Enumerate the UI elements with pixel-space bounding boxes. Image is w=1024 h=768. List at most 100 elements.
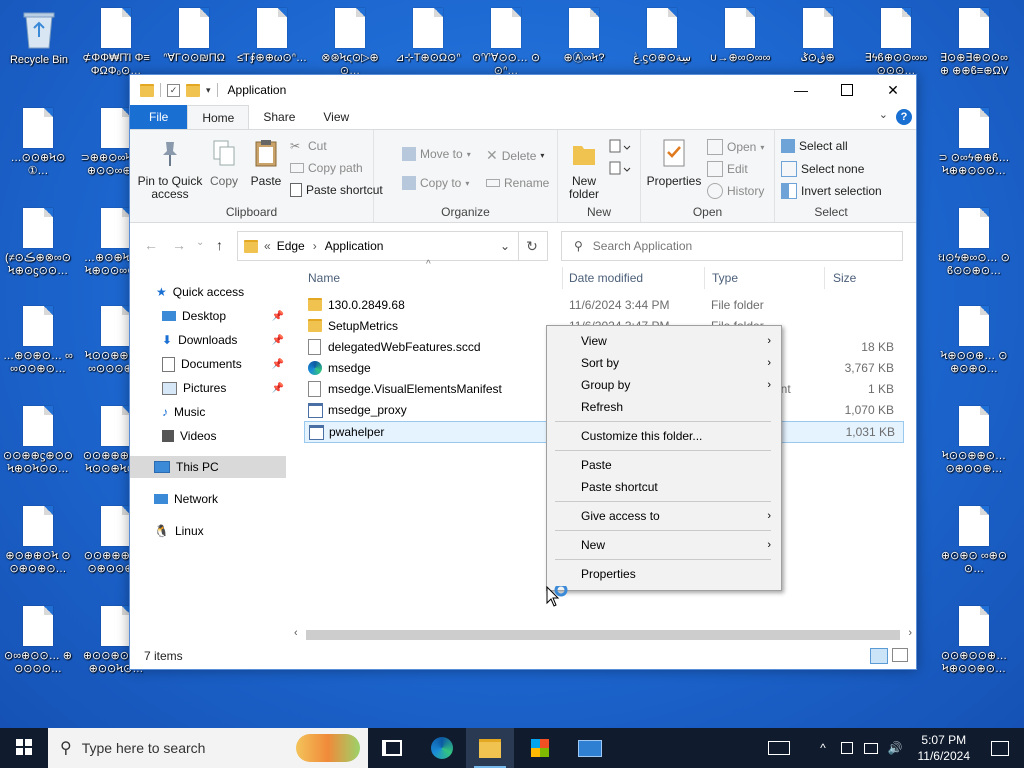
delete-button[interactable]: ✕ Delete ▾: [486, 147, 544, 164]
desktop-icon-file[interactable]: ⊕⊙⊕⊕⊙Ϟ ⊙⊙⊕⊙⊕⊙…: [2, 506, 74, 576]
task-view-button[interactable]: [368, 728, 416, 768]
move-to-button[interactable]: Move to ▾: [402, 147, 471, 161]
desktop-icon-file[interactable]: ⊙♈∀⊙⊙… ⊙⊙ᐢ…: [470, 8, 542, 78]
column-header-date[interactable]: Date modified: [569, 271, 643, 285]
breadcrumb-overflow-icon[interactable]: «: [264, 239, 271, 253]
desktop-icon-file[interactable]: ᐢ∀Γ⊙⊙₪ΠΩ: [158, 8, 230, 78]
menu-item-properties[interactable]: Properties: [547, 563, 781, 585]
pin-icon[interactable]: 📌: [272, 311, 284, 322]
copy-to-button[interactable]: Copy to ▾: [402, 176, 469, 190]
minimize-button[interactable]: —: [778, 75, 824, 105]
up-arrow-icon[interactable]: ↑: [216, 237, 223, 253]
tab-share[interactable]: Share: [249, 105, 309, 129]
help-icon[interactable]: ?: [896, 109, 912, 125]
desktop-icon-file[interactable]: ∃ϟϐ⊕⊙⊙∞∞ ⊙⊙⊙…: [860, 8, 932, 78]
pin-icon[interactable]: 📌: [272, 383, 284, 394]
tray-icon-volume[interactable]: 🔊: [884, 728, 906, 768]
desktop-icon-file[interactable]: ⊙∞⊕⊙⊙… ⊕⊙⊙⊙⊙…: [2, 606, 74, 676]
cut-button[interactable]: ✂ Cut: [290, 139, 327, 153]
select-all-button[interactable]: Select all: [781, 139, 848, 153]
keyboard-button[interactable]: [756, 728, 802, 768]
desktop-icon-file[interactable]: ∪→⊕∞⊙∞∞: [704, 8, 776, 78]
history-button[interactable]: History: [707, 183, 764, 199]
column-header-size[interactable]: Size: [833, 271, 856, 285]
copy-button[interactable]: Copy: [206, 138, 242, 188]
horizontal-scrollbar[interactable]: ‹ ›: [292, 627, 914, 643]
desktop-icon-file[interactable]: ڠ.ϛ⊙⊕⊙سِة: [626, 8, 698, 78]
desktop-icon-file[interactable]: ⊃ ⊙∞ϟ⊕⊕ϐ… Ϟ⊕⊕⊙⊙⊙…: [938, 108, 1010, 178]
menu-item-give-access[interactable]: Give access to ›: [547, 505, 781, 527]
new-folder-button[interactable]: New folder: [564, 138, 604, 201]
copy-path-button[interactable]: Copy path: [290, 161, 363, 175]
desktop-icon-file[interactable]: (≠⊙ڪ⊕⊗∞⊙ Ϟ⊕⊙ϛ⊙⊙…: [2, 208, 74, 278]
refresh-button[interactable]: ↻: [517, 231, 548, 261]
menu-item-refresh[interactable]: Refresh: [547, 396, 781, 418]
nav-linux[interactable]: 🐧 Linux: [154, 520, 204, 542]
desktop-icon-file[interactable]: ⊕Ⓐ∞Ϟ?: [548, 8, 620, 78]
chevron-down-icon[interactable]: ⌄: [879, 108, 888, 121]
open-button[interactable]: Open ▾: [707, 139, 764, 155]
new-folder-icon[interactable]: [186, 83, 200, 97]
desktop-icon-file[interactable]: Ϟ⊙⊙⊕⊕⊙… ⊙⊕⊙⊙⊕…: [938, 406, 1010, 476]
recent-locations-chevron-icon[interactable]: ⌄: [196, 237, 204, 248]
desktop-icon-file[interactable]: ⊕⊙⊕⊙ ∞⊕⊙⊙…: [938, 506, 1010, 576]
close-button[interactable]: ✕: [870, 75, 916, 105]
breadcrumb-separator-icon[interactable]: ›: [313, 239, 317, 253]
menu-item-new[interactable]: New ›: [547, 534, 781, 556]
nav-this-pc[interactable]: This PC: [130, 456, 286, 478]
taskbar-mail-button[interactable]: [566, 728, 614, 768]
desktop-icon-recycle-bin[interactable]: Recycle Bin: [3, 8, 75, 80]
desktop-icon-file[interactable]: …⊕⊙⊕⊙… ∞∞⊙⊙⊕⊙…: [2, 306, 74, 376]
breadcrumb-edge[interactable]: Edge: [277, 239, 305, 253]
rename-button[interactable]: Rename: [486, 176, 549, 190]
edit-button[interactable]: Edit: [707, 161, 748, 177]
breadcrumb-application[interactable]: Application: [325, 239, 384, 253]
invert-selection-button[interactable]: Invert selection: [781, 183, 882, 199]
tray-icon-camera[interactable]: [836, 728, 858, 768]
show-hidden-icons-button[interactable]: ^: [812, 728, 834, 768]
menu-item-sort-by[interactable]: Sort by ›: [547, 352, 781, 374]
details-view-icon[interactable]: [870, 648, 888, 664]
desktop-icon-file[interactable]: ∃⊙⊕∃⊕⊙⊙∞⊕ ⊕⊕ϐ≡⊕ΩVX…: [938, 8, 1010, 78]
taskbar-file-explorer-button[interactable]: [466, 728, 514, 768]
scrollbar-thumb[interactable]: [306, 630, 900, 640]
desktop-icon-file[interactable]: ڨ⊙ݣ⊕: [782, 8, 854, 78]
paste-button[interactable]: Paste: [246, 138, 286, 188]
column-divider[interactable]: [704, 267, 705, 289]
column-header-type[interactable]: Type: [712, 271, 738, 285]
desktop-icon-file[interactable]: ⊙⊙⊕⊕ϛ⊕⊙⊙ Ϟ⊕⊙Ϟ⊙⊙…: [2, 406, 74, 476]
paste-shortcut-button[interactable]: Paste shortcut: [290, 183, 383, 197]
nav-downloads[interactable]: ⬇ Downloads 📌: [162, 329, 288, 351]
desktop-icon-file[interactable]: ⊿⊹Τ⊕⊙Ω⊙ᐢ: [392, 8, 464, 78]
maximize-button[interactable]: [824, 75, 870, 105]
nav-videos[interactable]: Videos: [162, 425, 216, 447]
desktop-icon-file[interactable]: Ϟ⊕⊙⊙⊕… ⊙⊕⊙⊕⊙…: [938, 306, 1010, 376]
new-item-icon[interactable]: [608, 138, 632, 159]
menu-item-customize-folder[interactable]: Customize this folder...: [547, 425, 781, 447]
tray-icon-network[interactable]: [860, 728, 882, 768]
nav-music[interactable]: ♪ Music: [162, 401, 205, 423]
easy-access-icon[interactable]: [608, 160, 632, 181]
nav-pictures[interactable]: Pictures 📌: [162, 377, 288, 399]
taskbar-search-box[interactable]: ⚲ Type here to search: [48, 728, 368, 768]
tab-file[interactable]: File: [130, 105, 188, 129]
taskbar-edge-button[interactable]: [418, 728, 466, 768]
nav-quick-access[interactable]: ★ Quick access: [156, 281, 244, 303]
forward-arrow-icon[interactable]: →: [172, 237, 186, 253]
search-box[interactable]: ⚲ Search Application: [561, 231, 903, 261]
tab-home[interactable]: Home: [187, 105, 250, 129]
nav-network[interactable]: Network: [154, 488, 218, 510]
select-none-button[interactable]: Select none: [781, 161, 864, 177]
desktop-icon-file[interactable]: ⊗⊛Ϟς⊙▷⊕⊙…: [314, 8, 386, 78]
large-icons-view-icon[interactable]: [892, 648, 908, 662]
properties-button[interactable]: Properties: [645, 138, 703, 188]
pin-to-quick-access-button[interactable]: Pin to Quick access: [136, 138, 204, 201]
notifications-button[interactable]: [976, 728, 1024, 768]
title-bar[interactable]: ✓ ▾ Application — ✕: [130, 75, 916, 105]
column-divider[interactable]: [824, 267, 825, 289]
customize-toolbar-chevron-icon[interactable]: ▾: [206, 85, 211, 96]
desktop-icon-file[interactable]: …⊙⊙⊕Ϟ⊙①…: [2, 108, 74, 178]
nav-documents[interactable]: Documents 📌: [162, 353, 288, 375]
desktop-icon-file[interactable]: ઘ⊙ϟ⊕∞⊙… ⊙ϐ⊙⊙⊕⊙…: [938, 208, 1010, 278]
desktop-icon-file[interactable]: ≤Τ∮⊕⊕ω⊙ᐢ…: [236, 8, 308, 78]
